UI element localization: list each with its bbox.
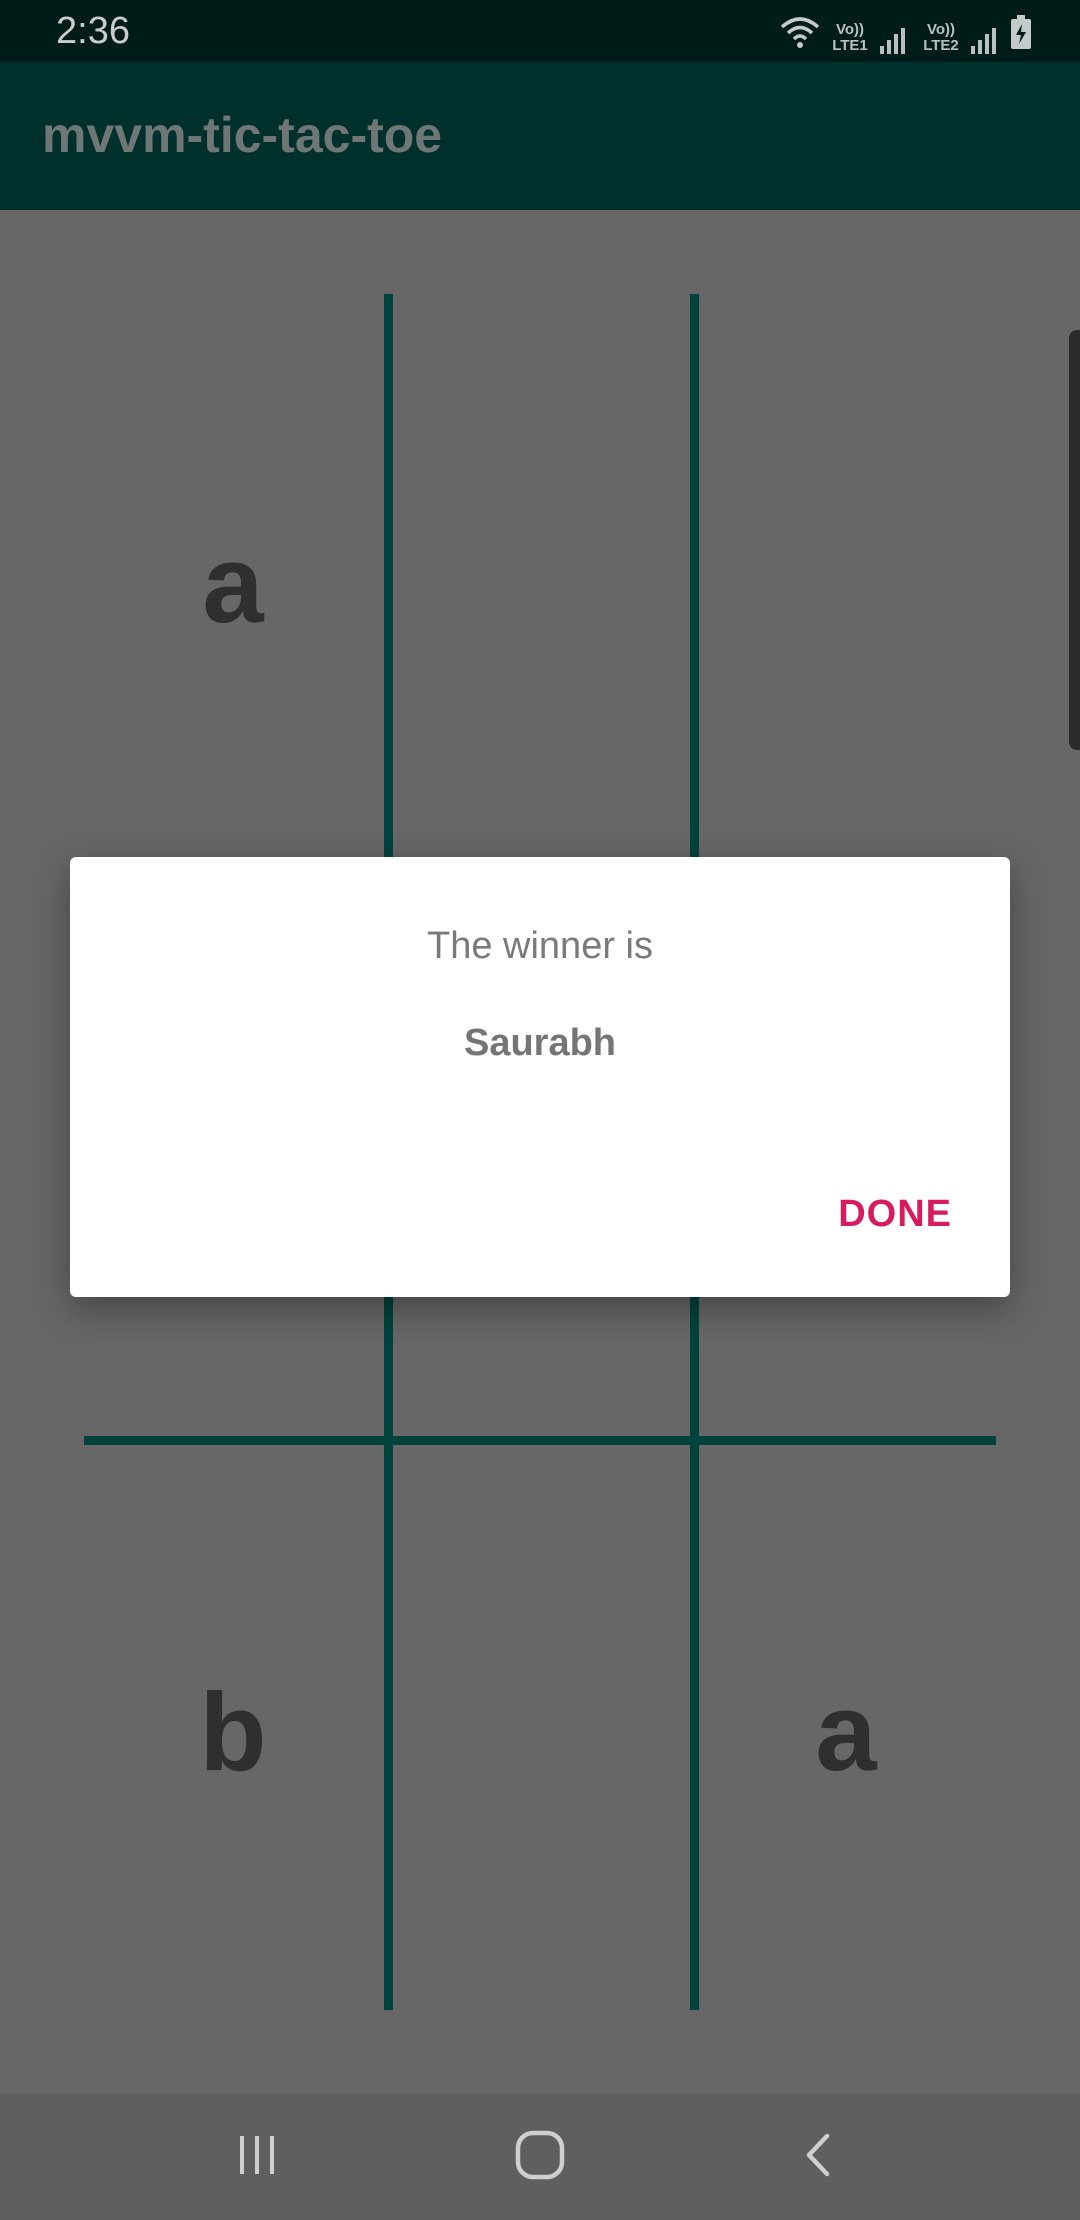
edge-panel-handle[interactable] [1069, 330, 1080, 750]
navigation-bar [0, 2094, 1080, 2220]
signal-icon [880, 26, 905, 54]
status-time: 2:36 [56, 10, 130, 52]
app-bar: mvvm-tic-tac-toe [0, 62, 1080, 210]
winner-dialog: The winner is Saurabh DONE [70, 857, 1010, 1297]
sim1-label: Vo)) LTE1 [832, 21, 868, 54]
grid-line [84, 1436, 996, 1445]
app-title: mvvm-tic-tac-toe [42, 107, 443, 163]
back-icon [797, 2132, 843, 2183]
dialog-title: The winner is [427, 925, 653, 967]
winner-name: Saurabh [463, 1022, 617, 1064]
status-icons: Vo)) LTE1 Vo)) LTE2 [780, 10, 1032, 54]
home-icon [514, 2129, 566, 2186]
sim2-label: Vo)) LTE2 [923, 21, 959, 54]
status-bar: 2:36 Vo)) LTE1 Vo)) LTE2 [0, 0, 1080, 62]
wifi-icon [780, 15, 820, 54]
board-cell[interactable]: b [153, 1678, 313, 1788]
recent-apps-icon [234, 2132, 280, 2183]
home-button[interactable] [505, 2122, 575, 2192]
back-button[interactable] [785, 2122, 855, 2192]
board-cell[interactable]: a [153, 530, 313, 640]
recent-apps-button[interactable] [222, 2122, 292, 2192]
battery-charging-icon [1010, 15, 1032, 54]
board-cell[interactable]: a [766, 1678, 926, 1788]
done-button[interactable]: DONE [838, 1193, 952, 1236]
signal-icon [971, 26, 996, 54]
